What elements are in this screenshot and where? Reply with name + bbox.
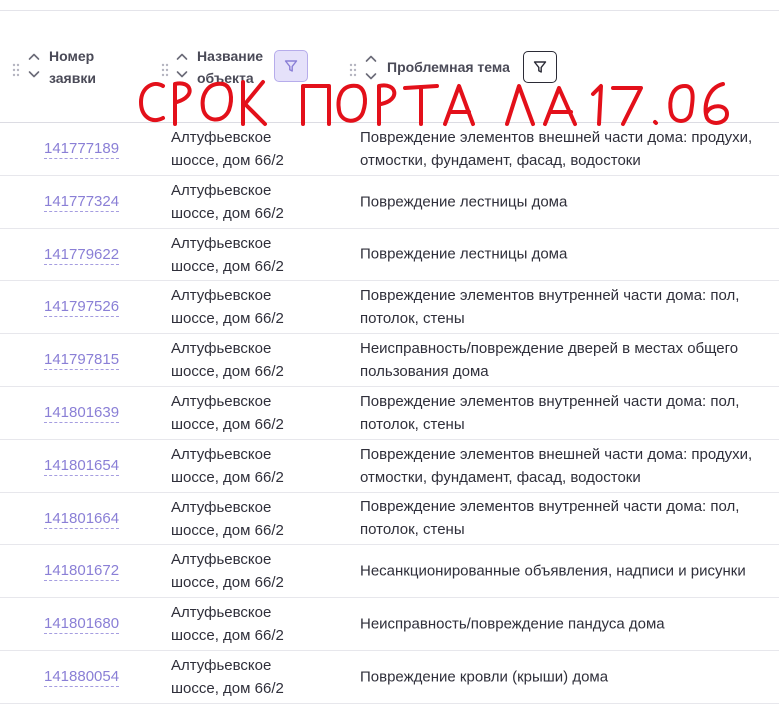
sort-chevrons-icon[interactable] — [365, 51, 377, 83]
request-number-link[interactable]: 141797526 — [44, 298, 120, 318]
table-row[interactable]: 141801654 Алтуфьевское шоссе, дом 66/2 Повр… — [0, 440, 779, 493]
request-number-link[interactable]: 141880054 — [44, 668, 120, 687]
object-name-line2: шоссе, дом 66/2 — [171, 310, 284, 328]
object-name-cell: Алтуфьевское шоссе, дом 66/2 — [171, 654, 284, 700]
problem-theme-cell: Повреждение лестницы дома — [360, 245, 568, 263]
object-name-cell: Алтуфьевское шоссе, дом 66/2 — [171, 232, 284, 278]
object-name-line1: Алтуфьевское — [171, 392, 272, 410]
column-header-object-line2[interactable]: объекта — [197, 67, 254, 89]
problem-theme-cell: Повреждение элементов внутренней части д… — [360, 287, 740, 328]
problem-theme-cell: Неисправность/повреждение дверей в места… — [360, 340, 739, 381]
request-number-link[interactable]: 141801680 — [44, 615, 120, 635]
object-name-line1: Алтуфьевское — [171, 551, 272, 569]
column-header-theme[interactable]: Проблемная тема — [387, 56, 510, 78]
object-name-line2: шоссе, дом 66/2 — [171, 468, 284, 486]
sort-chevrons-icon[interactable] — [28, 49, 40, 81]
problem-theme-cell: Повреждение элементов внутренней части д… — [360, 392, 740, 433]
object-name-line1: Алтуфьевское — [171, 498, 272, 516]
problem-theme-cell: Несанкционированные объявления, надписи … — [360, 562, 746, 580]
problem-theme-cell: Повреждение кровли (крыши) дома — [360, 668, 609, 686]
object-name-cell: Алтуфьевское шоссе, дом 66/2 — [171, 390, 284, 436]
object-name-cell: Алтуфьевское шоссе, дом 66/2 — [171, 126, 284, 172]
table-row[interactable]: 141801639 Алтуфьевское шоссе, дом 66/2 Повр… — [0, 387, 779, 440]
object-name-line2: шоссе, дом 66/2 — [171, 204, 284, 222]
drag-dots-icon[interactable] — [12, 63, 20, 77]
object-name-line1: Алтуфьевское — [171, 181, 272, 199]
column-header-number-line2[interactable]: заявки — [49, 67, 96, 89]
table-row[interactable]: 141777189 Алтуфьевское шоссе, дом 66/2 Повр… — [0, 123, 779, 176]
table-row[interactable]: 141797815 Алтуфьевское шоссе, дом 66/2 Неис… — [0, 334, 779, 387]
funnel-icon — [533, 61, 547, 73]
object-name-cell: Алтуфьевское шоссе, дом 66/2 — [171, 337, 284, 383]
problem-theme-cell: Повреждение элементов внешней части дома… — [360, 445, 753, 486]
object-name-line1: Алтуфьевское — [171, 234, 272, 252]
sort-chevrons-icon[interactable] — [176, 49, 188, 81]
table-row[interactable]: 141801672 Алтуфьевское шоссе, дом 66/2 Неса… — [0, 545, 779, 599]
object-name-line2: шоссе, дом 66/2 — [171, 257, 284, 275]
object-name-cell: Алтуфьевское шоссе, дом 66/2 — [171, 443, 284, 489]
drag-dots-icon[interactable] — [161, 63, 169, 77]
object-name-line2: шоссе, дом 66/2 — [171, 521, 284, 539]
request-number-link[interactable]: 141801639 — [44, 404, 120, 423]
request-number-link[interactable]: 141801672 — [44, 562, 120, 582]
request-number-link[interactable]: 141801654 — [44, 457, 120, 476]
object-name-line2: шоссе, дом 66/2 — [171, 679, 284, 697]
problem-theme-cell: Неисправность/повреждение пандуса дома — [360, 615, 665, 633]
object-filter-button[interactable] — [274, 50, 308, 82]
object-name-line2: шоссе, дом 66/2 — [171, 574, 284, 592]
object-name-line1: Алтуфьевское — [171, 656, 272, 674]
request-number-link[interactable]: 141777189 — [44, 140, 120, 159]
table-row[interactable]: 141801664 Алтуфьевское шоссе, дом 66/2 Повр… — [0, 493, 779, 546]
theme-filter-button[interactable] — [523, 51, 557, 83]
funnel-icon — [284, 60, 298, 72]
table-row[interactable]: 141797526 Алтуфьевское шоссе, дом 66/2 Повр… — [0, 281, 779, 335]
request-number-link[interactable]: 141797815 — [44, 351, 120, 371]
object-name-cell: Алтуфьевское шоссе, дом 66/2 — [171, 548, 284, 594]
object-name-line1: Алтуфьевское — [171, 604, 272, 622]
object-name-line1: Алтуфьевское — [171, 129, 272, 146]
request-number-link[interactable]: 141801664 — [44, 510, 120, 529]
table-row[interactable]: 141777324 Алтуфьевское шоссе, дом 66/2 Повр… — [0, 176, 779, 229]
object-name-cell: Алтуфьевское шоссе, дом 66/2 — [171, 179, 284, 225]
drag-dots-icon[interactable] — [349, 63, 357, 77]
object-name-line1: Алтуфьевское — [171, 287, 272, 305]
object-name-line2: шоссе, дом 66/2 — [171, 415, 284, 433]
problem-theme-cell: Повреждение лестницы дома — [360, 193, 568, 211]
object-name-cell: Алтуфьевское шоссе, дом 66/2 — [171, 496, 284, 542]
table-header: Номер заявки Название объекта Проблемная… — [0, 11, 779, 123]
request-number-link[interactable]: 141779622 — [44, 246, 120, 265]
column-header-object-line1[interactable]: Название — [197, 45, 263, 67]
object-name-cell: Алтуфьевское шоссе, дом 66/2 — [171, 284, 284, 330]
table-row[interactable]: 141880054 Алтуфьевское шоссе, дом 66/2 Повр… — [0, 651, 779, 704]
table-row[interactable]: 141801680 Алтуфьевское шоссе, дом 66/2 Неис… — [0, 598, 779, 651]
table-row[interactable]: 141779622 Алтуфьевское шоссе, дом 66/2 Повр… — [0, 229, 779, 282]
problem-theme-cell: Повреждение элементов внешней части дома… — [360, 128, 753, 169]
problem-theme-cell: Повреждение элементов внутренней части д… — [360, 498, 740, 539]
object-name-cell: Алтуфьевское шоссе, дом 66/2 — [171, 601, 284, 647]
object-name-line1: Алтуфьевское — [171, 340, 272, 358]
object-name-line2: шоссе, дом 66/2 — [171, 627, 284, 645]
object-name-line1: Алтуфьевское — [171, 445, 272, 463]
request-number-link[interactable]: 141777324 — [44, 193, 120, 212]
table-body: 141777189 Алтуфьевское шоссе, дом 66/2 Повр… — [0, 123, 779, 704]
object-name-line2: шоссе, дом 66/2 — [171, 363, 284, 381]
object-name-line2: шоссе, дом 66/2 — [171, 152, 284, 169]
column-header-number-line1[interactable]: Номер — [49, 45, 94, 67]
